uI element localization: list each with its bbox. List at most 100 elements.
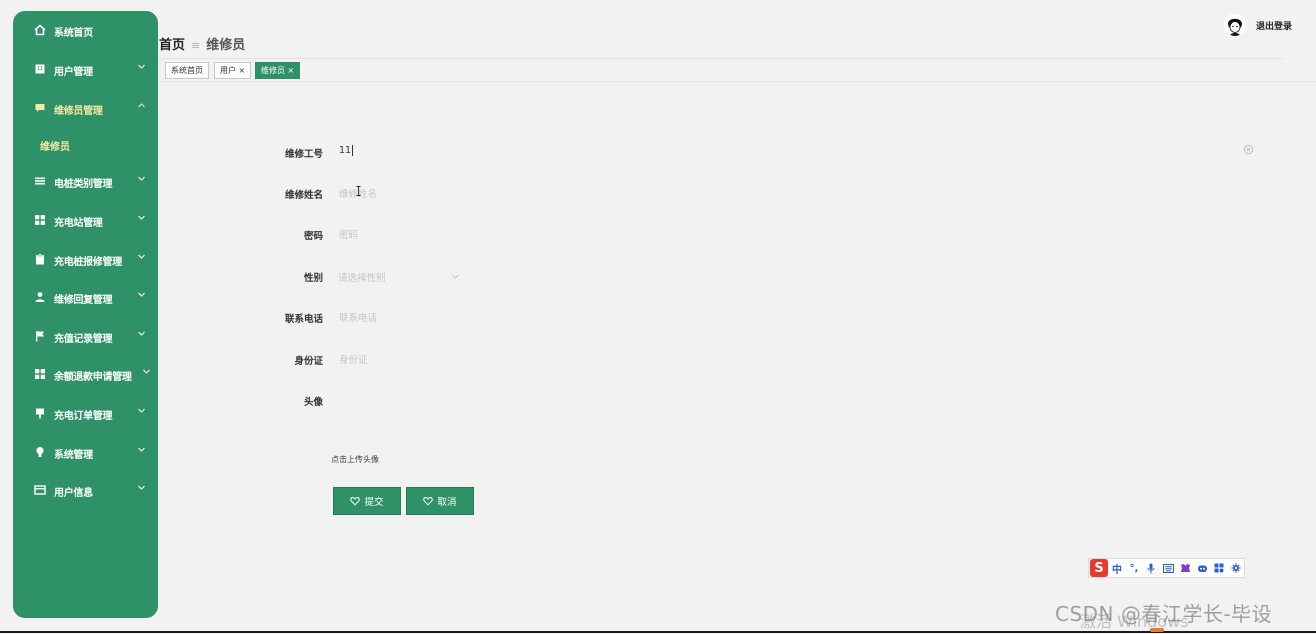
cancel-label: 取消 (437, 497, 457, 508)
sidebar-item-label: 余额退款申请管理 (54, 372, 132, 383)
person-icon (34, 291, 46, 303)
chevron-down-icon (138, 176, 145, 181)
menu-icon (34, 175, 46, 187)
taskbar-indicator (1150, 628, 1164, 632)
heart-icon (423, 496, 434, 506)
label-password: 密码 (303, 231, 323, 242)
chevron-down-icon (138, 215, 145, 220)
tab-user[interactable]: 用户 × (214, 62, 252, 79)
tabs-divider (158, 81, 1316, 82)
id-card-placeholder: 身份证 (339, 355, 368, 366)
sidebar-item-label: 用户信息 (54, 488, 93, 499)
robot-icon[interactable] (1194, 561, 1210, 575)
id-card-input[interactable]: 身份证 (334, 347, 1254, 369)
tab-repairer[interactable]: 维修员 × (255, 62, 301, 79)
sidebar-item-label: 系统管理 (54, 450, 93, 461)
cancel-button[interactable]: 取消 (406, 487, 474, 515)
password-input[interactable]: 密码 (334, 222, 1254, 244)
taskbar-edge (0, 631, 1316, 633)
sidebar-item-label: 维修员管理 (54, 106, 103, 117)
label-repair-id: 维修工号 (284, 149, 323, 160)
chevron-down-icon (138, 408, 145, 413)
logout-link[interactable]: 退出登录 (1256, 19, 1292, 32)
card-icon (34, 484, 46, 496)
clear-icon[interactable] (1243, 144, 1254, 155)
sidebar-item-station-management[interactable]: 充电站管理 (13, 203, 158, 237)
repair-id-input[interactable]: 11 (334, 140, 1254, 162)
sidebar-item-label: 充值记录管理 (54, 334, 113, 345)
tab-home[interactable]: 系统首页 (165, 62, 209, 79)
sidebar-item-label: 充电桩报修管理 (54, 257, 122, 268)
phone-placeholder: 联系电话 (339, 313, 378, 324)
password-placeholder: 密码 (339, 230, 359, 241)
skin-icon[interactable] (1177, 561, 1193, 575)
chevron-down-icon (138, 447, 145, 452)
sidebar-item-charging-order-management[interactable]: 充电订单管理 (13, 396, 158, 430)
gender-placeholder: 请选择性别 (338, 273, 386, 284)
submit-label: 提交 (364, 497, 384, 508)
chevron-down-icon (138, 485, 145, 490)
home-icon (34, 24, 46, 36)
sidebar-item-user-info[interactable]: 用户信息 (13, 473, 158, 507)
header-divider (158, 58, 1283, 59)
sidebar-item-label: 电桩类别管理 (54, 179, 113, 190)
sidebar: 系统首页 用户管理 维修员管理 维修员 电桩类别管理 充电站管理 充电桩报修管理… (13, 11, 158, 618)
avatar[interactable] (1224, 14, 1246, 36)
gender-select[interactable]: 请选择性别 (334, 267, 464, 285)
heart-icon (350, 496, 361, 506)
chevron-down-icon (138, 331, 145, 336)
breadcrumb-current: 维修员 (206, 38, 246, 53)
settings-icon[interactable] (1228, 561, 1244, 575)
sidebar-item-recharge-record-management[interactable]: 充值记录管理 (13, 319, 158, 353)
sidebar-item-refund-application-management[interactable]: 余额退款申请管理 (13, 357, 158, 391)
ime-toolbar[interactable]: S 中 °, (1088, 558, 1245, 578)
chevron-up-icon (138, 103, 145, 108)
phone-input[interactable]: 联系电话 (334, 305, 1254, 327)
chevron-down-icon (138, 254, 145, 259)
pin-icon (34, 407, 46, 419)
chevron-down-icon (452, 274, 459, 279)
upload-avatar-tip[interactable]: 点击上传头像 (331, 454, 379, 465)
sidebar-item-label: 用户管理 (54, 67, 93, 78)
flag-icon (34, 330, 46, 342)
repair-id-value: 11 (339, 145, 352, 156)
label-repair-name: 维修姓名 (284, 190, 323, 201)
breadcrumb: 首页 ≡ 维修员 (159, 34, 245, 53)
repair-name-input[interactable]: 维修姓名 (334, 181, 1254, 203)
sidebar-item-pile-category-management[interactable]: 电桩类别管理 (13, 164, 158, 198)
chevron-down-icon (138, 292, 145, 297)
sogou-logo-icon[interactable]: S (1090, 559, 1108, 577)
bulb-icon (34, 446, 46, 458)
keyboard-icon[interactable] (1160, 561, 1176, 575)
label-phone: 联系电话 (284, 314, 323, 325)
toolbox-icon[interactable] (1211, 561, 1227, 575)
building-icon (34, 63, 46, 75)
sidebar-subitem-repairer[interactable]: 维修员 (13, 129, 158, 159)
sidebar-item-label: 系统首页 (54, 28, 93, 39)
sidebar-subitem-label: 维修员 (40, 142, 70, 153)
sidebar-item-home[interactable]: 系统首页 (13, 13, 158, 47)
clipboard-icon (34, 253, 46, 265)
sidebar-item-label: 充电站管理 (54, 218, 103, 229)
breadcrumb-home[interactable]: 首页 (159, 38, 185, 53)
microphone-icon[interactable] (1143, 561, 1159, 575)
sidebar-item-repair-report-management[interactable]: 充电桩报修管理 (13, 242, 158, 276)
sidebar-item-user-management[interactable]: 用户管理 (13, 52, 158, 86)
breadcrumb-separator: ≡ (191, 39, 201, 52)
sidebar-item-label: 充电订单管理 (54, 411, 113, 422)
sidebar-item-repair-reply-management[interactable]: 维修回复管理 (13, 280, 158, 314)
sidebar-item-repairer-management[interactable]: 维修员管理 (13, 91, 158, 125)
windows-activation-text: 激活 Windows (1080, 612, 1189, 631)
ime-punctuation-toggle[interactable]: °, (1126, 561, 1142, 575)
ime-mode-toggle[interactable]: 中 (1109, 561, 1125, 576)
sidebar-item-label: 维修回复管理 (54, 295, 113, 306)
label-avatar: 头像 (303, 397, 323, 408)
grid-icon (34, 214, 46, 226)
sidebar-item-system-management[interactable]: 系统管理 (13, 435, 158, 469)
submit-button[interactable]: 提交 (333, 487, 401, 515)
chat-icon (34, 102, 46, 114)
label-id-card: 身份证 (294, 356, 323, 367)
chevron-down-icon (143, 369, 150, 374)
grid-icon (34, 368, 46, 380)
label-gender: 性别 (303, 273, 323, 284)
